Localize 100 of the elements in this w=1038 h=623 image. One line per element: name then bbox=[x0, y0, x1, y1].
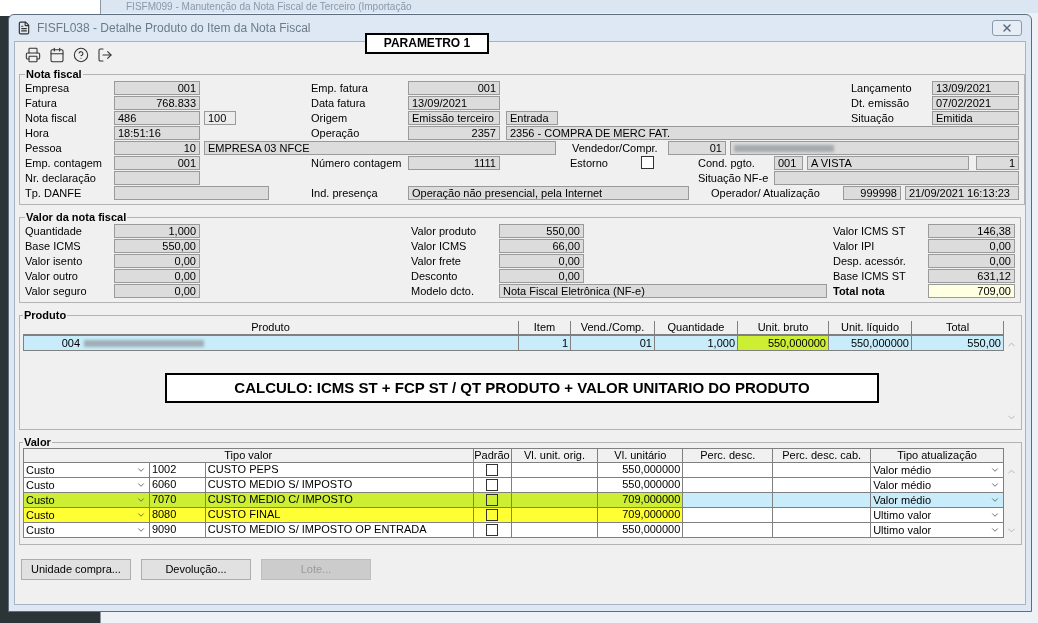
table-cell: 550,000000 bbox=[738, 335, 829, 351]
text-field[interactable]: 2356 - COMPRA DE MERC FAT. bbox=[506, 125, 1019, 140]
text-field[interactable] bbox=[114, 185, 269, 200]
text-field[interactable]: 1111 bbox=[408, 155, 500, 170]
text-field[interactable]: 10 bbox=[114, 140, 200, 155]
dropdown[interactable]: Custo bbox=[24, 523, 150, 538]
column-header[interactable]: Unit. líquido bbox=[829, 321, 912, 335]
calendar-icon[interactable] bbox=[49, 47, 65, 63]
chevron-down-icon bbox=[135, 465, 146, 475]
dropdown[interactable]: Valor médio bbox=[871, 478, 1004, 493]
table-cell: CUSTO FINAL bbox=[205, 508, 474, 523]
text-field[interactable] bbox=[730, 140, 1019, 155]
text-field[interactable]: 2357 bbox=[408, 125, 500, 140]
dropdown[interactable]: Custo bbox=[24, 493, 150, 508]
table-cell: 550,000000 bbox=[829, 335, 912, 351]
table-cell: 1002 bbox=[149, 463, 206, 478]
column-header[interactable]: Padrão bbox=[473, 449, 512, 463]
text-field[interactable]: EMPRESA 03 NFCE bbox=[204, 140, 556, 155]
text-field[interactable]: 0,00 bbox=[928, 238, 1015, 253]
text-field[interactable]: 21/09/2021 16:13:23 bbox=[905, 185, 1019, 200]
text-field[interactable]: Operação não presencial, pela Internet bbox=[408, 185, 689, 200]
field-label: Valor ICMS ST bbox=[833, 223, 906, 238]
action-button[interactable]: Unidade compra... bbox=[21, 559, 131, 580]
section-title: Valor bbox=[23, 436, 52, 448]
checkbox[interactable] bbox=[486, 494, 499, 506]
table-cell: 709,000000 bbox=[598, 508, 684, 523]
text-field[interactable]: Emitida bbox=[932, 110, 1019, 125]
text-field[interactable]: Entrada bbox=[506, 110, 558, 125]
text-field[interactable]: 631,12 bbox=[928, 268, 1015, 283]
column-header[interactable]: Item bbox=[519, 321, 571, 335]
exit-icon[interactable] bbox=[97, 47, 113, 63]
text-field[interactable]: 66,00 bbox=[499, 238, 584, 253]
text-field[interactable]: 0,00 bbox=[499, 268, 584, 283]
window-title: FISFL038 - Detalhe Produto do Item da Nota Fiscal bbox=[37, 20, 311, 37]
text-field[interactable]: 1 bbox=[976, 155, 1019, 170]
checkbox[interactable] bbox=[486, 524, 499, 536]
text-field[interactable]: 13/09/2021 bbox=[932, 80, 1019, 95]
text-field[interactable]: Nota Fiscal Eletrônica (NF-e) bbox=[499, 283, 827, 298]
text-field[interactable]: 001 bbox=[114, 155, 200, 170]
checkbox[interactable] bbox=[486, 479, 499, 491]
field-label: Vendedor/Compr. bbox=[572, 140, 658, 155]
text-field[interactable]: 0,00 bbox=[114, 268, 200, 283]
printer-icon[interactable] bbox=[25, 47, 41, 63]
text-field[interactable]: 01 bbox=[668, 140, 726, 155]
column-header[interactable]: Vl. unit. orig. bbox=[511, 449, 599, 463]
column-header[interactable]: Total bbox=[912, 321, 1004, 335]
checkbox[interactable] bbox=[486, 509, 499, 521]
text-field[interactable]: 001 bbox=[774, 155, 803, 170]
text-field[interactable]: 18:51:16 bbox=[114, 125, 200, 140]
field-label: Total nota bbox=[833, 283, 885, 298]
column-header[interactable]: Perc. desc. cab. bbox=[773, 449, 872, 463]
text-field[interactable]: 486 bbox=[114, 110, 200, 125]
text-field[interactable]: 550,00 bbox=[114, 238, 200, 253]
text-field[interactable]: 709,00 bbox=[928, 283, 1015, 298]
dropdown[interactable]: Valor médio bbox=[871, 463, 1004, 478]
dropdown[interactable]: Custo bbox=[24, 508, 150, 523]
dropdown[interactable]: Custo bbox=[24, 463, 150, 478]
text-field[interactable]: 146,38 bbox=[928, 223, 1015, 238]
column-header[interactable]: Quantidade bbox=[655, 321, 738, 335]
field-label: Valor outro bbox=[25, 268, 78, 283]
column-header[interactable]: Vl. unitário bbox=[598, 449, 684, 463]
checkbox[interactable] bbox=[641, 156, 654, 169]
dropdown[interactable]: Valor médio bbox=[871, 493, 1004, 508]
text-field[interactable]: 001 bbox=[408, 80, 500, 95]
text-field[interactable]: 0,00 bbox=[928, 253, 1015, 268]
dropdown[interactable]: Ultimo valor bbox=[871, 523, 1004, 538]
text-field[interactable]: 001 bbox=[114, 80, 200, 95]
action-button[interactable]: Devolução... bbox=[141, 559, 251, 580]
column-header[interactable]: Unit. bruto bbox=[738, 321, 829, 335]
text-field[interactable]: 100 bbox=[204, 110, 236, 125]
field-label: Modelo dcto. bbox=[411, 283, 474, 298]
column-header[interactable]: Tipo valor bbox=[24, 449, 474, 463]
text-field[interactable]: 0,00 bbox=[114, 253, 200, 268]
dropdown[interactable]: Custo bbox=[24, 478, 150, 493]
text-field[interactable]: Emissão terceiro bbox=[408, 110, 500, 125]
column-header[interactable]: Perc. desc. bbox=[683, 449, 774, 463]
text-field[interactable]: A VISTA bbox=[807, 155, 969, 170]
text-field[interactable]: 0,00 bbox=[114, 283, 200, 298]
dropdown[interactable]: Ultimo valor bbox=[871, 508, 1004, 523]
checkbox[interactable] bbox=[486, 464, 499, 476]
column-header[interactable]: Tipo atualização bbox=[871, 449, 1004, 463]
column-header[interactable]: Vend./Comp. bbox=[571, 321, 655, 335]
text-field[interactable]: 0,00 bbox=[499, 253, 584, 268]
text-field[interactable]: 999998 bbox=[843, 185, 901, 200]
text-field[interactable] bbox=[774, 170, 1019, 185]
field-label: Tp. DANFE bbox=[25, 185, 82, 200]
text-field[interactable]: 1,000 bbox=[114, 223, 200, 238]
field-label: Estorno bbox=[570, 155, 608, 170]
help-icon[interactable] bbox=[73, 47, 89, 63]
text-field[interactable] bbox=[114, 170, 200, 185]
text-field[interactable]: 768.833 bbox=[114, 95, 200, 110]
close-button[interactable] bbox=[992, 20, 1022, 36]
table-cell: CUSTO PEPS bbox=[205, 463, 474, 478]
table-cell: 709,000000 bbox=[598, 493, 684, 508]
text-field[interactable]: 550,00 bbox=[499, 223, 584, 238]
text-field[interactable]: 07/02/2021 bbox=[932, 95, 1019, 110]
text-field[interactable]: 13/09/2021 bbox=[408, 95, 500, 110]
table-cell: 7070 bbox=[149, 493, 206, 508]
column-header[interactable]: Produto bbox=[23, 321, 519, 335]
close-icon bbox=[1001, 22, 1013, 34]
